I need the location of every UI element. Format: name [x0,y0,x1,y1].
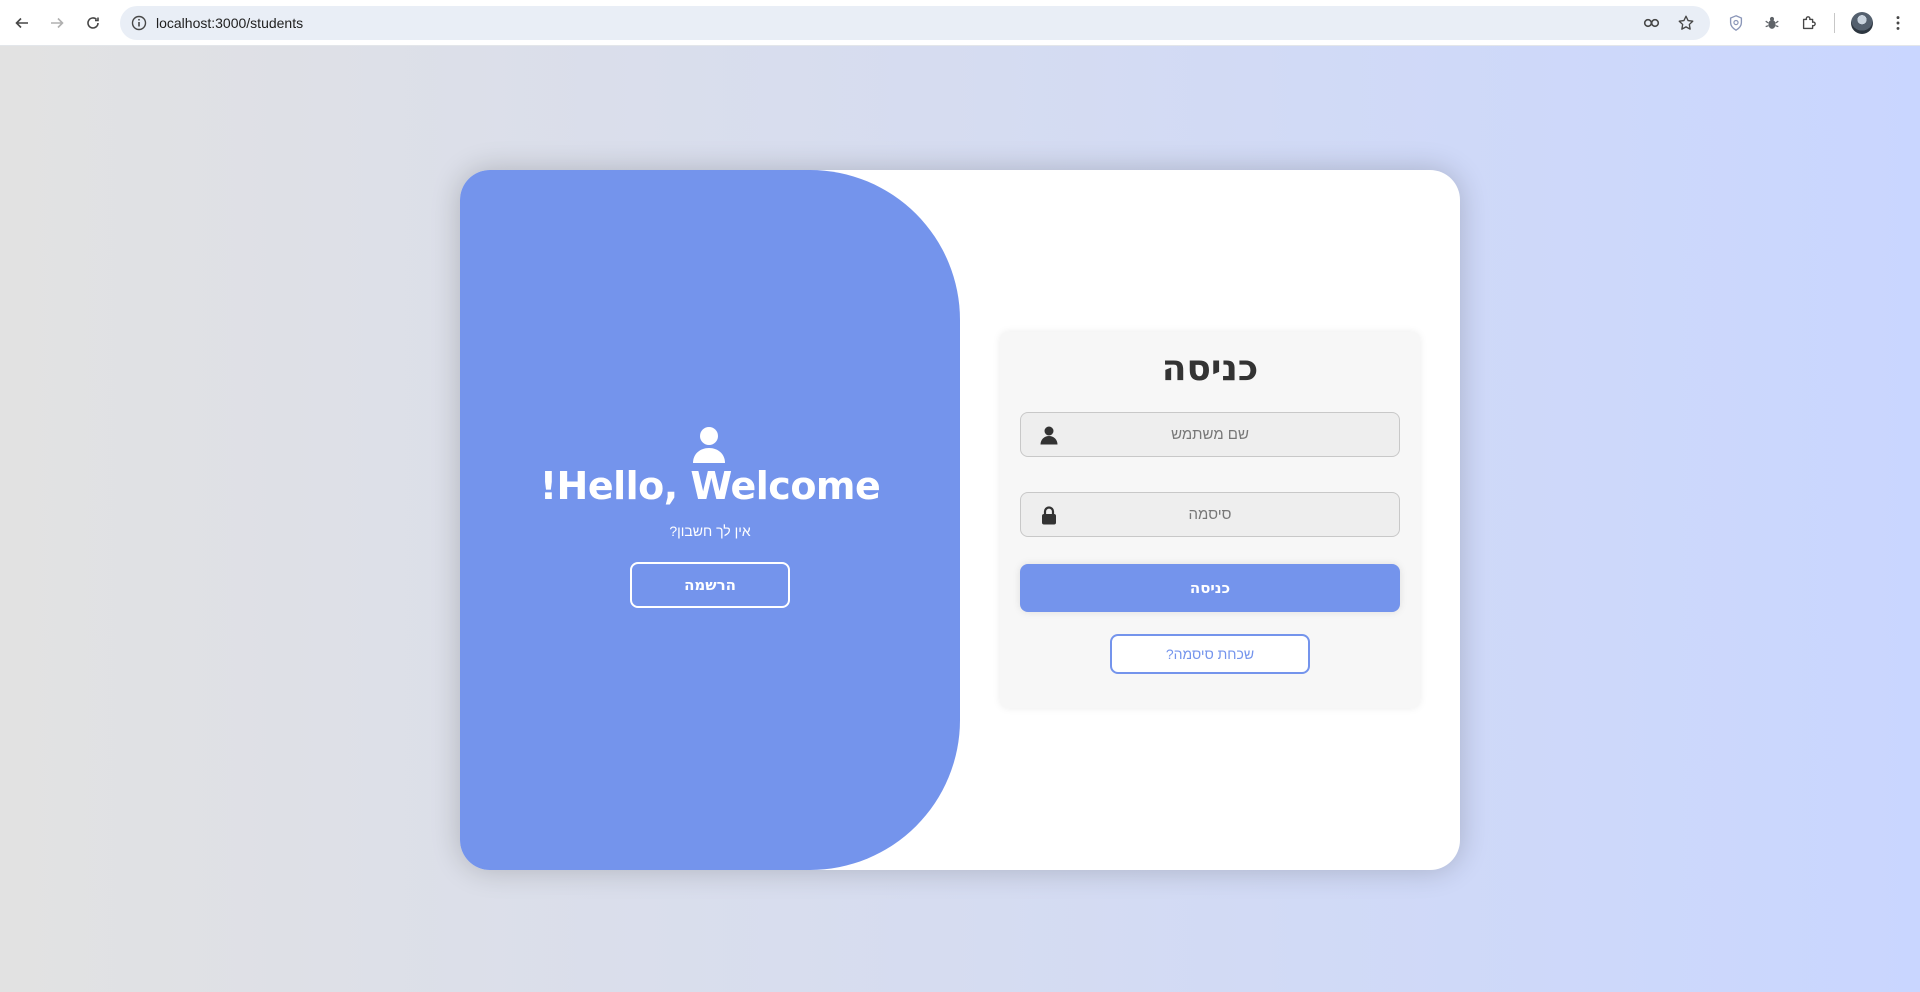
login-submit-button[interactable]: כניסה [1020,564,1400,612]
user-icon [1040,426,1058,445]
toolbar-divider [1834,13,1835,33]
profile-avatar[interactable] [1851,12,1873,34]
login-form: כניסה כניסה שכחת סיסמה? [1000,332,1420,708]
no-account-text: אין לך חשבון? [669,523,751,539]
shield-extension-icon[interactable] [1724,11,1748,35]
arrow-left-icon [15,17,28,29]
bug-extension-icon[interactable] [1760,11,1784,35]
password-input[interactable] [1021,493,1399,536]
page-viewport: !Hello, Welcome אין לך חשבון? הרשמה כניס… [0,46,1920,992]
username-field[interactable] [1020,412,1400,457]
lock-icon [1042,506,1056,525]
welcome-title: !Hello, Welcome [539,464,881,508]
password-field[interactable] [1020,492,1400,537]
register-button[interactable]: הרשמה [630,562,790,608]
welcome-panel: !Hello, Welcome אין לך חשבון? הרשמה [460,170,960,870]
password-key-icon[interactable] [1642,13,1662,33]
reload-icon [87,17,99,29]
user-icon [693,427,725,463]
bookmark-star-icon[interactable] [1676,13,1696,33]
extensions-puzzle-icon[interactable] [1797,11,1821,35]
back-button[interactable] [7,8,37,38]
browser-toolbar: localhost:3000/students [0,0,1920,46]
username-input[interactable] [1021,413,1399,456]
address-bar[interactable]: localhost:3000/students [120,6,1710,40]
more-menu-icon[interactable] [1886,11,1910,35]
login-title: כניסה [1161,348,1259,389]
site-info-icon[interactable] [130,14,148,32]
url-text[interactable]: localhost:3000/students [156,15,303,31]
arrow-right-icon [51,17,64,29]
forgot-password-button[interactable]: שכחת סיסמה? [1110,634,1310,674]
forward-button[interactable] [42,8,72,38]
reload-button[interactable] [78,8,108,38]
auth-card: !Hello, Welcome אין לך חשבון? הרשמה כניס… [460,170,1460,870]
